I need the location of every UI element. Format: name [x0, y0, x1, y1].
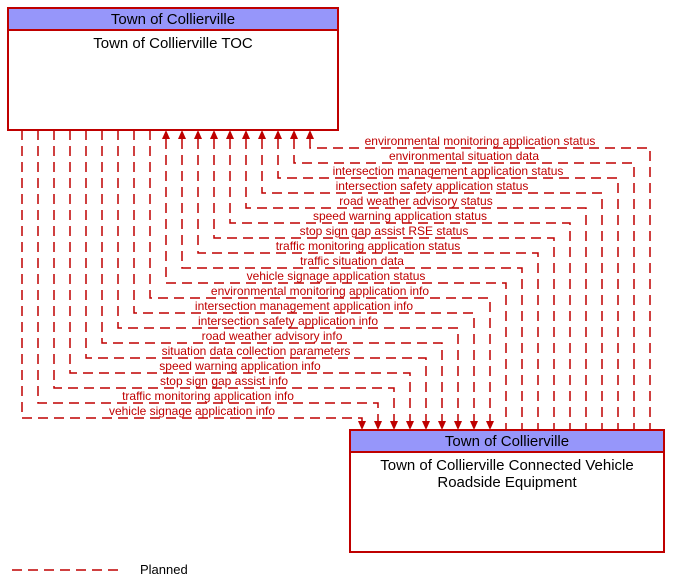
node-title: Town of Collierville TOC	[93, 35, 253, 52]
node-title: Town of Collierville Connected Vehicle	[380, 457, 633, 474]
flow-label: vehicle signage application info	[109, 404, 275, 418]
flow-label: speed warning application info	[159, 359, 321, 373]
flow-label: environmental situation data	[389, 149, 539, 163]
flow-label: environmental monitoring application sta…	[365, 134, 596, 148]
node: Town of Collierville Town of Collierville…	[350, 430, 664, 552]
flow-label: situation data collection parameters	[162, 344, 351, 358]
architecture-diagram: environmental monitoring application sta…	[0, 0, 673, 586]
flow-label: intersection management application stat…	[333, 164, 564, 178]
flow-label: intersection safety application info	[198, 314, 378, 328]
flow-label: stop sign gap assist RSE status	[300, 224, 469, 238]
node-owner: Town of Collierville	[111, 11, 235, 28]
legend: Planned	[12, 562, 188, 577]
flow-label: vehicle signage application status	[247, 269, 426, 283]
flow-label: environmental monitoring application inf…	[211, 284, 429, 298]
node-owner: Town of Collierville	[445, 433, 569, 450]
node: Town of Collierville Town of Collierville…	[8, 8, 338, 130]
node-title: Roadside Equipment	[437, 474, 577, 491]
flow-label: traffic monitoring application status	[276, 239, 461, 253]
flow-label: speed warning application status	[313, 209, 487, 223]
flow-label: road weather advisory status	[339, 194, 492, 208]
flow-label: intersection management application info	[195, 299, 413, 313]
flow-label: intersection safety application status	[336, 179, 529, 193]
legend-label: Planned	[140, 562, 188, 577]
flow-label: traffic situation data	[300, 254, 404, 268]
flow-label: road weather advisory info	[202, 329, 343, 343]
flow-label: traffic monitoring application info	[122, 389, 294, 403]
flow-label: stop sign gap assist info	[160, 374, 288, 388]
